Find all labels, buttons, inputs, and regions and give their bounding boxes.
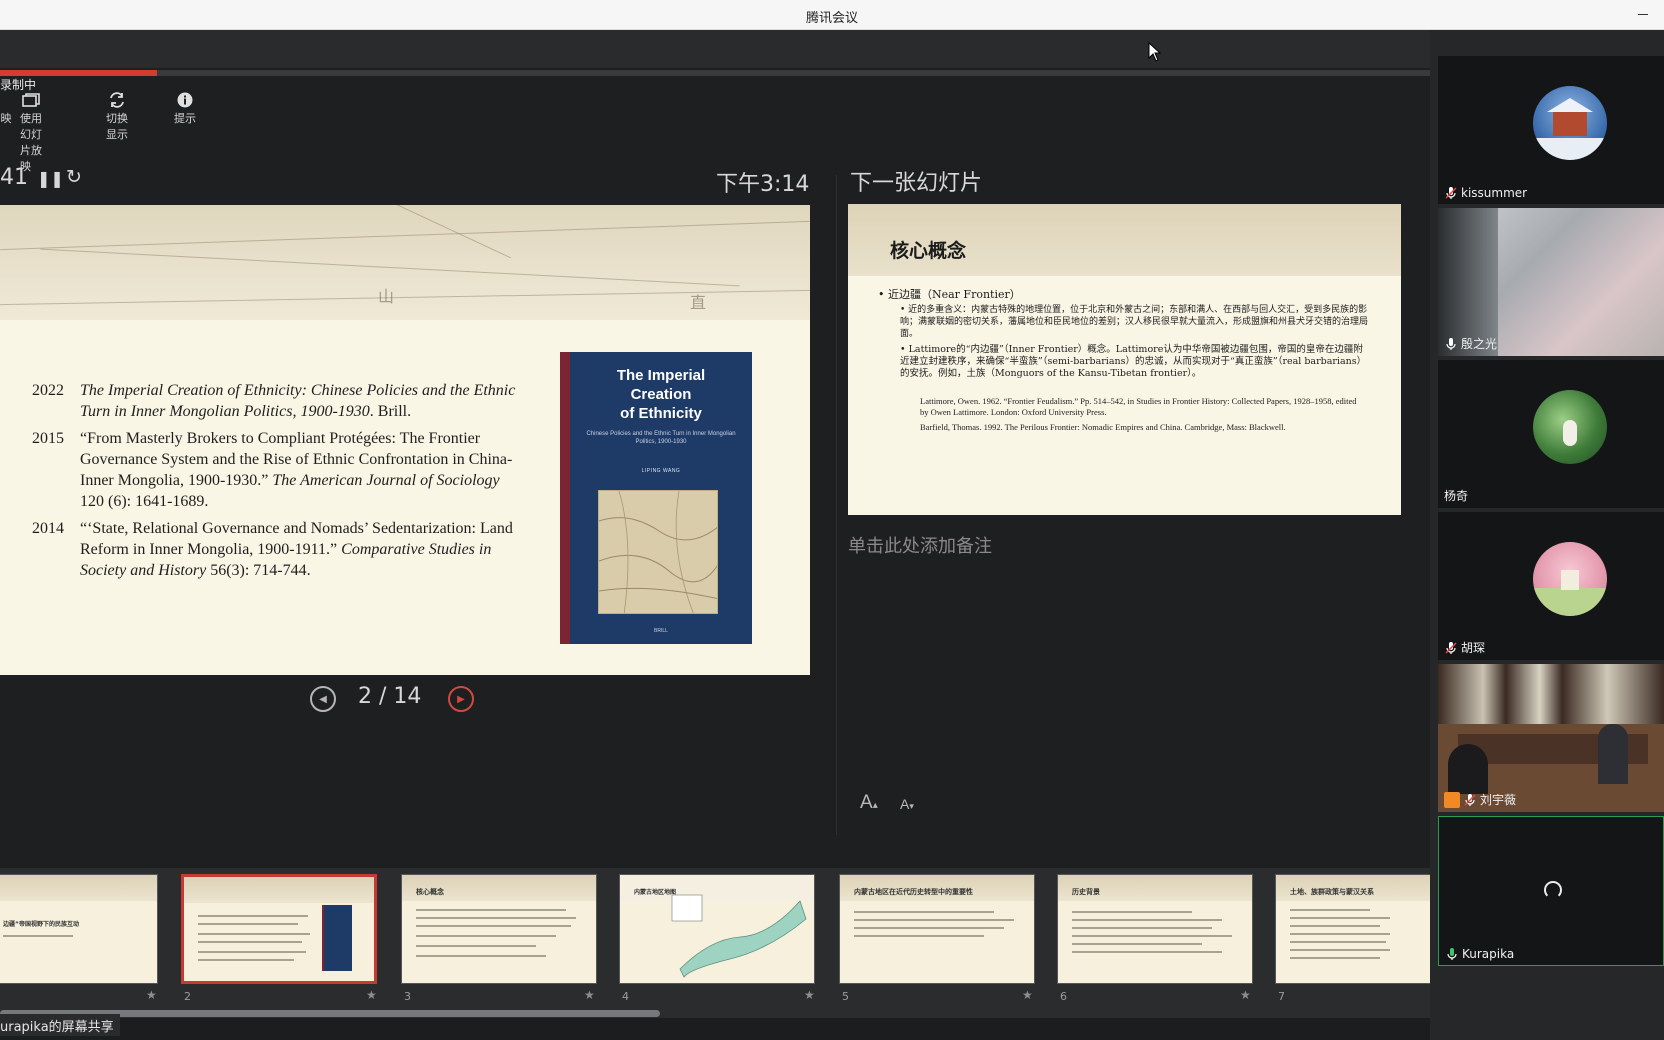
slide-filmstrip: 边疆”帝国视野下的民族互动 ★ 2 ★ 核心概念 3 ★ 内蒙古地区地图 4 ★… xyxy=(0,868,1471,1018)
book-cover-map xyxy=(598,490,718,614)
thumbnail-number: 5 xyxy=(842,990,849,1003)
star-icon: ★ xyxy=(1022,988,1033,1002)
screen-share-owner-label: urapika的屏幕共享 xyxy=(0,1014,120,1036)
next-slide-bullet: • 近边疆（Near Frontier） xyxy=(878,288,1021,301)
host-icon xyxy=(1444,791,1460,808)
window-stack-icon xyxy=(20,90,42,110)
pane-divider[interactable] xyxy=(836,175,837,835)
star-icon: ★ xyxy=(804,988,815,1002)
font-increase-button[interactable]: A▴ xyxy=(860,792,878,814)
loading-icon xyxy=(1544,881,1562,899)
next-slide-reference: Lattimore, Owen. 1962. “Frontier Feudali… xyxy=(920,396,1357,417)
participant-tile[interactable]: 殷之光 xyxy=(1438,208,1664,356)
slide-thumbnail[interactable]: 历史背景 xyxy=(1057,874,1253,984)
switch-display-label: 切换显示 xyxy=(106,112,128,141)
participant-name-row: 杨奇 xyxy=(1444,489,1469,503)
mic-muted-icon xyxy=(1463,793,1477,807)
star-icon: ★ xyxy=(1240,988,1251,1002)
speaker-notes[interactable]: 单击此处添加备注 xyxy=(848,532,992,558)
participant-tile[interactable]: kissummer xyxy=(1438,56,1664,204)
book-subtitle: Chinese Policies and the Ethnic Turn in … xyxy=(586,431,736,445)
info-icon xyxy=(174,90,196,110)
next-slide-subbullet: • 近的多重含义：内蒙古特殊的地理位置，位于北京和外蒙古之间；东部和满人、在西部… xyxy=(900,305,1369,339)
thumbnail-number: 3 xyxy=(404,990,411,1003)
current-slide: 山 直 2022 The Imperial Creation of Ethnic… xyxy=(0,205,810,675)
arrow-left-icon: ◀ xyxy=(319,693,327,705)
publication-item: 2014 “‘State, Relational Governance and … xyxy=(32,520,513,579)
map-label: 山 xyxy=(378,287,395,306)
tips-button[interactable]: 提示 xyxy=(174,90,196,126)
mic-icon xyxy=(1444,337,1458,351)
switch-display-button[interactable]: 切换显示 xyxy=(106,90,128,142)
publication-list: 2022 The Imperial Creation of Ethnicity:… xyxy=(32,380,522,587)
book-publisher: BRILL xyxy=(654,628,668,634)
tips-label: 提示 xyxy=(174,112,196,125)
participant-name-row: kissummer xyxy=(1444,186,1527,200)
avatar xyxy=(1533,86,1607,160)
next-slide-subbullet: • Lattimore的“内边疆”（Inner Frontier）概念。Latt… xyxy=(900,344,1367,379)
map-label: 直 xyxy=(690,293,707,312)
star-icon: ★ xyxy=(146,988,157,1002)
minimize-button[interactable] xyxy=(1638,14,1648,15)
window-title: 腾讯会议 xyxy=(805,11,858,26)
participant-tile[interactable]: 胡琛 xyxy=(1438,512,1664,660)
thumbnail-number: 7 xyxy=(1278,990,1285,1003)
participant-list: kissummer 殷之光 杨奇 胡琛 刘宇薇 Kurapika xyxy=(1430,30,1664,1040)
avatar xyxy=(1533,390,1607,464)
previous-slide-button[interactable]: ◀ xyxy=(310,686,336,712)
next-slide-reference: Barfield, Thomas. 1992. The Perilous Fro… xyxy=(920,422,1286,432)
participant-tile[interactable]: 杨奇 xyxy=(1438,360,1664,508)
slideshow-button[interactable]: 映 xyxy=(0,90,12,126)
participant-name-row: Kurapika xyxy=(1445,947,1514,961)
publication-item: 2015 “From Masterly Brokers to Compliant… xyxy=(32,430,513,510)
slide-thumbnail-current[interactable] xyxy=(181,874,377,984)
mic-muted-icon xyxy=(1444,186,1458,200)
participant-name-row: 刘宇薇 xyxy=(1444,791,1516,808)
screen-share-stage: 录制中 映 使用幻灯片放映 切换显示 提示 41 ❚❚ ↻ 下午3:14 山 直… xyxy=(0,30,1471,1018)
presentation-progress xyxy=(0,70,1430,76)
slide-counter: 2 / 14 xyxy=(358,684,422,709)
participant-name-row: 殷之光 xyxy=(1444,335,1497,352)
slide-thumbnail[interactable]: 边疆”帝国视野下的民族互动 xyxy=(0,874,158,984)
meeting-window: 腾讯会议 录制中 映 使用幻灯片放映 切换显示 提示 41 ❚❚ ↻ 下午3:1… xyxy=(0,0,1664,1040)
font-decrease-button[interactable]: A▾ xyxy=(900,796,914,812)
publication-item: 2022 The Imperial Creation of Ethnicity:… xyxy=(32,382,516,420)
next-slide-button[interactable]: ▶ xyxy=(448,686,474,712)
book-author: LIPING WANG xyxy=(641,468,681,474)
mic-muted-icon xyxy=(1444,641,1458,655)
elapsed-timer: 41 xyxy=(0,165,28,190)
participant-tile-active[interactable]: Kurapika xyxy=(1438,816,1664,966)
next-slide-title: 核心概念 xyxy=(890,240,967,262)
next-slide-heading: 下一张幻灯片 xyxy=(850,171,983,196)
participant-name-row: 胡琛 xyxy=(1444,639,1485,656)
mouse-pointer-icon xyxy=(1148,42,1162,62)
slideshow-icon xyxy=(0,90,12,110)
next-slide-preview: 核心概念 • 近边疆（Near Frontier） • 近的多重含义：内蒙古特殊… xyxy=(848,204,1401,515)
slide-thumbnail[interactable]: 内蒙古地区在近代历史转型中的重要性 xyxy=(839,874,1035,984)
avatar xyxy=(1533,542,1607,616)
swap-icon xyxy=(106,90,128,110)
title-bar: 腾讯会议 xyxy=(0,0,1664,30)
use-slideshow-button[interactable]: 使用幻灯片放映 xyxy=(20,90,42,174)
mic-speaking-icon xyxy=(1445,947,1459,961)
arrow-right-icon: ▶ xyxy=(457,693,465,705)
slide-map-banner: 山 直 xyxy=(0,205,810,320)
stage-top-bar xyxy=(0,30,1430,68)
slideshow-label: 映 xyxy=(0,112,12,125)
thumbnail-number: 6 xyxy=(1060,990,1067,1003)
restart-timer-icon[interactable]: ↻ xyxy=(66,166,82,188)
participant-tile[interactable]: 刘宇薇 xyxy=(1438,664,1664,812)
star-icon: ★ xyxy=(366,988,377,1002)
book-cover: The Imperial Creation of Ethnicity Chine… xyxy=(560,352,752,644)
thumbnail-number: 4 xyxy=(622,990,629,1003)
slide-thumbnail[interactable]: 内蒙古地区地图 xyxy=(619,874,815,984)
book-title: The Imperial Creation of Ethnicity xyxy=(616,367,706,422)
pause-icon[interactable]: ❚❚ xyxy=(37,169,64,188)
thumbnail-number: 2 xyxy=(184,990,191,1003)
slide-thumbnail[interactable]: 核心概念 xyxy=(401,874,597,984)
current-time: 下午3:14 xyxy=(716,172,810,197)
star-icon: ★ xyxy=(584,988,595,1002)
